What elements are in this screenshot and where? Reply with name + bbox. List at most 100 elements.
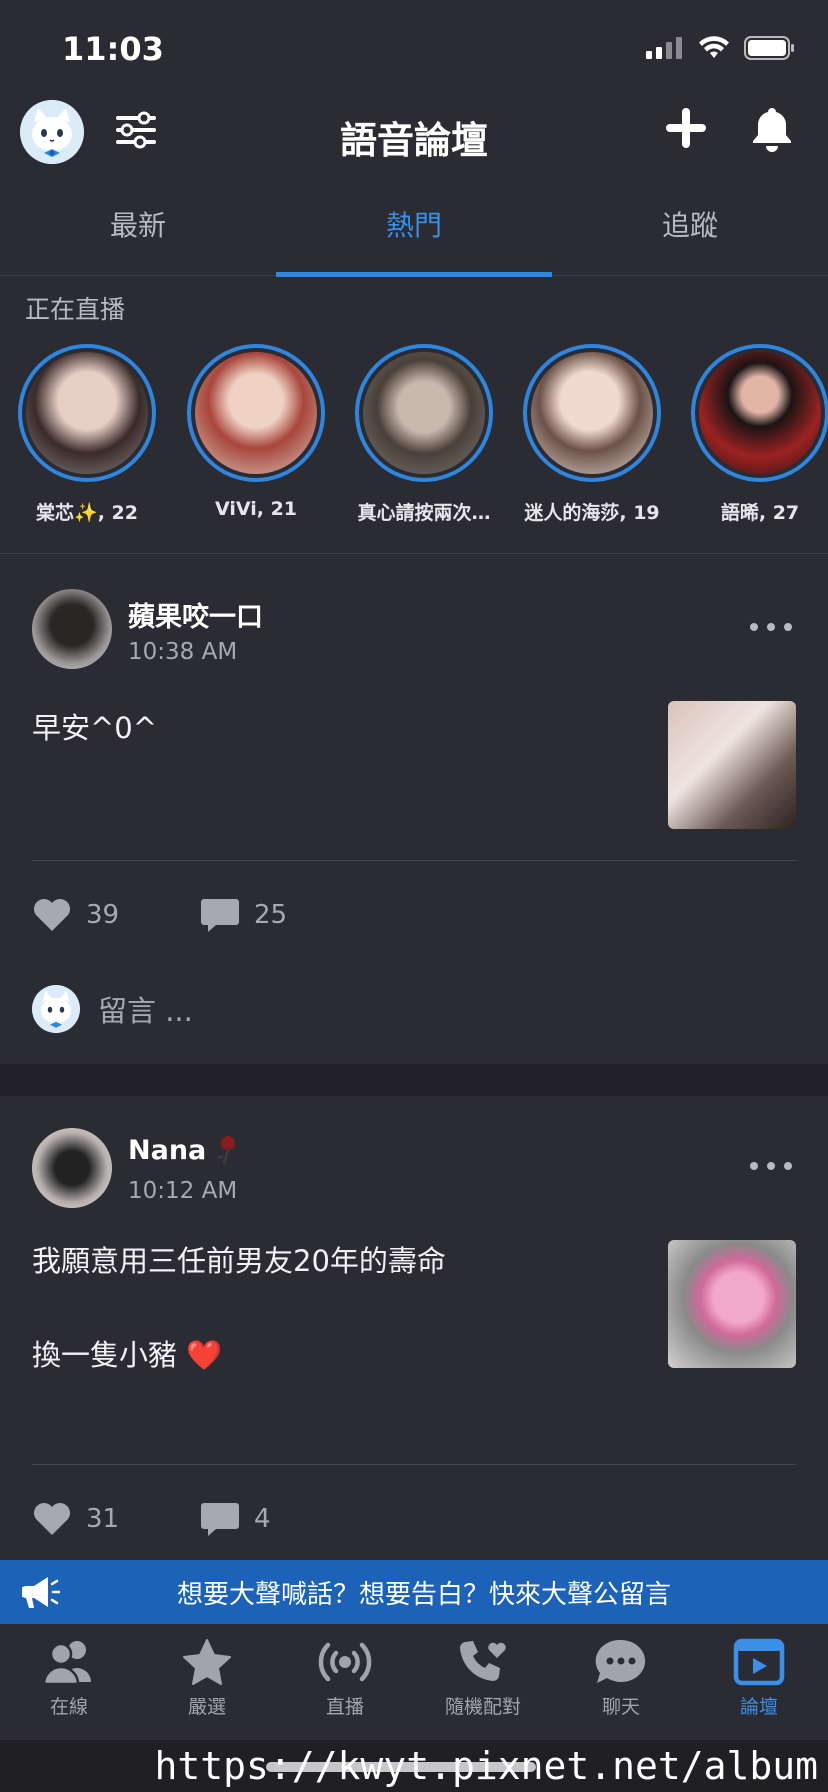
live-item[interactable]: 棠芯✨, 22: [2, 344, 172, 525]
like-count: 39: [86, 900, 120, 930]
nav-label: 在線: [49, 1696, 88, 1718]
comment-placeholder[interactable]: 留言 ...: [98, 988, 193, 1030]
post-divider: [32, 860, 796, 861]
post-author-name[interactable]: 蘋果咬一口: [128, 595, 263, 634]
new-post-button[interactable]: [664, 106, 708, 150]
live-name: ViVi, 21: [214, 498, 298, 520]
live-avatar: [26, 352, 148, 474]
live-avatar-ring: [187, 344, 325, 482]
post-separator: [0, 1064, 828, 1096]
banner-text: 想要大聲喊話？想要告白？快來大聲公留言: [176, 1580, 671, 1610]
status-icons: [646, 36, 796, 60]
live-item[interactable]: 語晞, 27: [675, 344, 828, 525]
post-author-avatar[interactable]: [32, 589, 112, 669]
live-avatar: [195, 352, 317, 474]
nav-featured[interactable]: 嚴選: [138, 1624, 276, 1740]
broadcast-icon: [318, 1642, 372, 1682]
heart-icon: [34, 1503, 70, 1535]
forum-icon: [733, 1638, 785, 1686]
my-avatar[interactable]: [20, 100, 84, 164]
more-options-button[interactable]: [750, 621, 792, 633]
post-text: 早安^0^: [32, 711, 158, 745]
tab-popular[interactable]: 熱門: [276, 180, 552, 277]
post-divider: [32, 1464, 796, 1465]
live-name: 迷人的海莎, 19: [524, 502, 660, 524]
tab-latest[interactable]: 最新: [0, 180, 276, 275]
star-icon: [183, 1639, 231, 1685]
post-time: 10:38 AM: [128, 639, 238, 665]
plus-icon: [666, 108, 706, 148]
comment-count: 25: [254, 900, 288, 930]
live-avatar-ring: [18, 344, 156, 482]
nav-live[interactable]: 直播: [276, 1624, 414, 1740]
post-card: Nana 10:12 AM 我願意用三任前男友20年的壽命 換一隻小豬 ❤️ 3…: [0, 1096, 828, 1560]
status-bar: 11:03: [0, 0, 828, 90]
live-section-title: 正在直播: [25, 295, 126, 324]
nav-online[interactable]: 在線: [0, 1624, 138, 1740]
live-name: 語晞, 27: [720, 502, 800, 524]
live-avatar: [699, 352, 821, 474]
live-section: 正在直播 棠芯✨, 22 ViVi, 21 真心請按兩次… 迷人的海莎, 19: [0, 276, 828, 554]
comment-icon: [201, 899, 239, 932]
live-avatar: [531, 352, 653, 474]
comment-icon: [201, 1503, 239, 1536]
comment-button[interactable]: 4: [200, 1501, 271, 1537]
like-button[interactable]: 39: [32, 897, 119, 933]
more-dot-icon: [750, 1162, 758, 1170]
post-author[interactable]: Nana: [128, 1134, 242, 1166]
more-dot-icon: [784, 1162, 792, 1170]
post-card: 蘋果咬一口 10:38 AM 早安^0^ 39 25 留言 ...: [0, 555, 828, 1064]
comment-button[interactable]: 25: [200, 897, 287, 933]
more-options-button[interactable]: [750, 1160, 792, 1172]
feed-tabs: 最新 熱門 追蹤: [0, 180, 828, 277]
watermark-text: https://kwyt.pixnet.net/album: [154, 1744, 818, 1788]
tab-following[interactable]: 追蹤: [552, 180, 828, 275]
live-item[interactable]: 真心請按兩次…: [339, 344, 509, 525]
sliders-icon: [116, 111, 156, 149]
phone-heart-icon: [459, 1641, 506, 1682]
nav-label: 隨機配對: [444, 1696, 521, 1718]
like-count: 31: [86, 1504, 120, 1534]
post-author-name: Nana: [128, 1134, 207, 1166]
status-time: 11:03: [62, 30, 164, 68]
cat-avatar-icon: [32, 985, 80, 1033]
more-dot-icon: [767, 1162, 775, 1170]
nav-label: 論壇: [739, 1696, 778, 1718]
bell-icon: [753, 108, 791, 152]
live-name: 真心請按兩次…: [357, 502, 491, 524]
top-header: 語音論壇: [0, 90, 828, 180]
bottom-nav: 在線 嚴選 直播 隨機配對 聊天 論壇: [0, 1624, 828, 1740]
users-icon: [42, 1641, 91, 1686]
notifications-button[interactable]: [750, 104, 794, 152]
more-dot-icon: [784, 623, 792, 631]
rose-icon: [217, 1136, 236, 1165]
battery-icon: [744, 36, 794, 60]
megaphone-banner[interactable]: 想要大聲喊話？想要告白？快來大聲公留言: [0, 1560, 828, 1624]
live-item[interactable]: ViVi, 21: [171, 344, 341, 520]
more-dot-icon: [767, 623, 775, 631]
post-image[interactable]: [668, 1240, 796, 1368]
live-item[interactable]: 迷人的海莎, 19: [507, 344, 677, 525]
live-avatar-ring: [523, 344, 661, 482]
nav-forum[interactable]: 論壇: [690, 1624, 828, 1740]
like-button[interactable]: 31: [32, 1501, 119, 1537]
post-image[interactable]: [668, 701, 796, 829]
nav-label: 直播: [325, 1696, 364, 1718]
post-time: 10:12 AM: [128, 1178, 238, 1204]
comment-count: 4: [254, 1504, 271, 1534]
wifi-icon: [699, 36, 729, 58]
filter-button[interactable]: [114, 108, 158, 152]
post-author-avatar[interactable]: [32, 1128, 112, 1208]
heart-icon: [34, 899, 70, 931]
nav-chat[interactable]: 聊天: [552, 1624, 690, 1740]
my-comment-avatar: [32, 985, 80, 1033]
live-avatar: [363, 352, 485, 474]
comment-input-row[interactable]: 留言 ...: [32, 985, 193, 1033]
live-avatar-ring: [691, 344, 828, 482]
chat-icon: [595, 1639, 646, 1683]
live-avatar-ring: [355, 344, 493, 482]
nav-label: 嚴選: [187, 1696, 226, 1718]
post-text: 我願意用三任前男友20年的壽命 換一隻小豬 ❤️: [32, 1244, 446, 1372]
nav-random-match[interactable]: 隨機配對: [414, 1624, 552, 1740]
live-list: 棠芯✨, 22 ViVi, 21 真心請按兩次… 迷人的海莎, 19 語晞, 2…: [0, 344, 828, 544]
